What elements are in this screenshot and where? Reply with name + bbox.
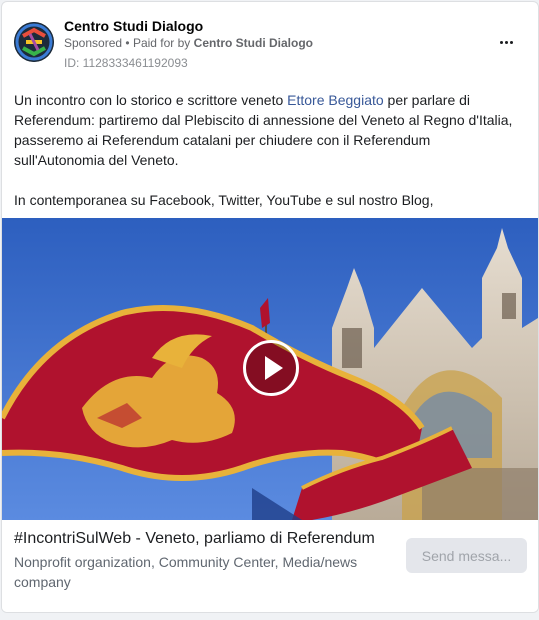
- video-thumbnail[interactable]: [2, 218, 538, 520]
- sponsored-post-card: Centro Studi Dialogo Sponsored • Paid fo…: [1, 1, 539, 613]
- meta-separator: •: [125, 36, 130, 50]
- more-dot: [509, 40, 513, 44]
- link-preview-footer: #IncontriSulWeb - Veneto, parliamo di Re…: [2, 520, 538, 612]
- post-text-part1: Un incontro con lo storico e scrittore v…: [14, 92, 288, 108]
- logo-icon: [14, 22, 54, 62]
- post-text: Un incontro con lo storico e scrittore v…: [14, 90, 519, 210]
- sponsored-meta: Sponsored • Paid for by Centro Studi Dia…: [64, 36, 313, 50]
- send-message-button[interactable]: Send messa...: [406, 538, 527, 573]
- play-icon[interactable]: [243, 340, 299, 396]
- more-horizontal-icon: [499, 40, 503, 44]
- more-options-button[interactable]: [494, 34, 518, 50]
- paid-for-name: Centro Studi Dialogo: [193, 36, 313, 50]
- post-paragraph-1: Un incontro con lo storico e scrittore v…: [14, 90, 519, 170]
- post-header: Centro Studi Dialogo Sponsored • Paid fo…: [14, 18, 526, 74]
- mention-link[interactable]: Ettore Beggiato: [287, 92, 384, 108]
- post-paragraph-2: In contemporanea su Facebook, Twitter, Y…: [14, 192, 434, 208]
- sponsored-label: Sponsored: [64, 36, 123, 50]
- ad-id: ID: 1128333461192093: [64, 56, 188, 70]
- preview-headline[interactable]: #IncontriSulWeb - Veneto, parliamo di Re…: [14, 530, 375, 548]
- page-avatar[interactable]: [14, 22, 54, 62]
- paid-for-prefix: Paid for by: [132, 36, 191, 50]
- more-dot: [504, 40, 508, 44]
- page-name[interactable]: Centro Studi Dialogo: [64, 18, 203, 34]
- preview-categories: Nonprofit organization, Community Center…: [14, 554, 358, 590]
